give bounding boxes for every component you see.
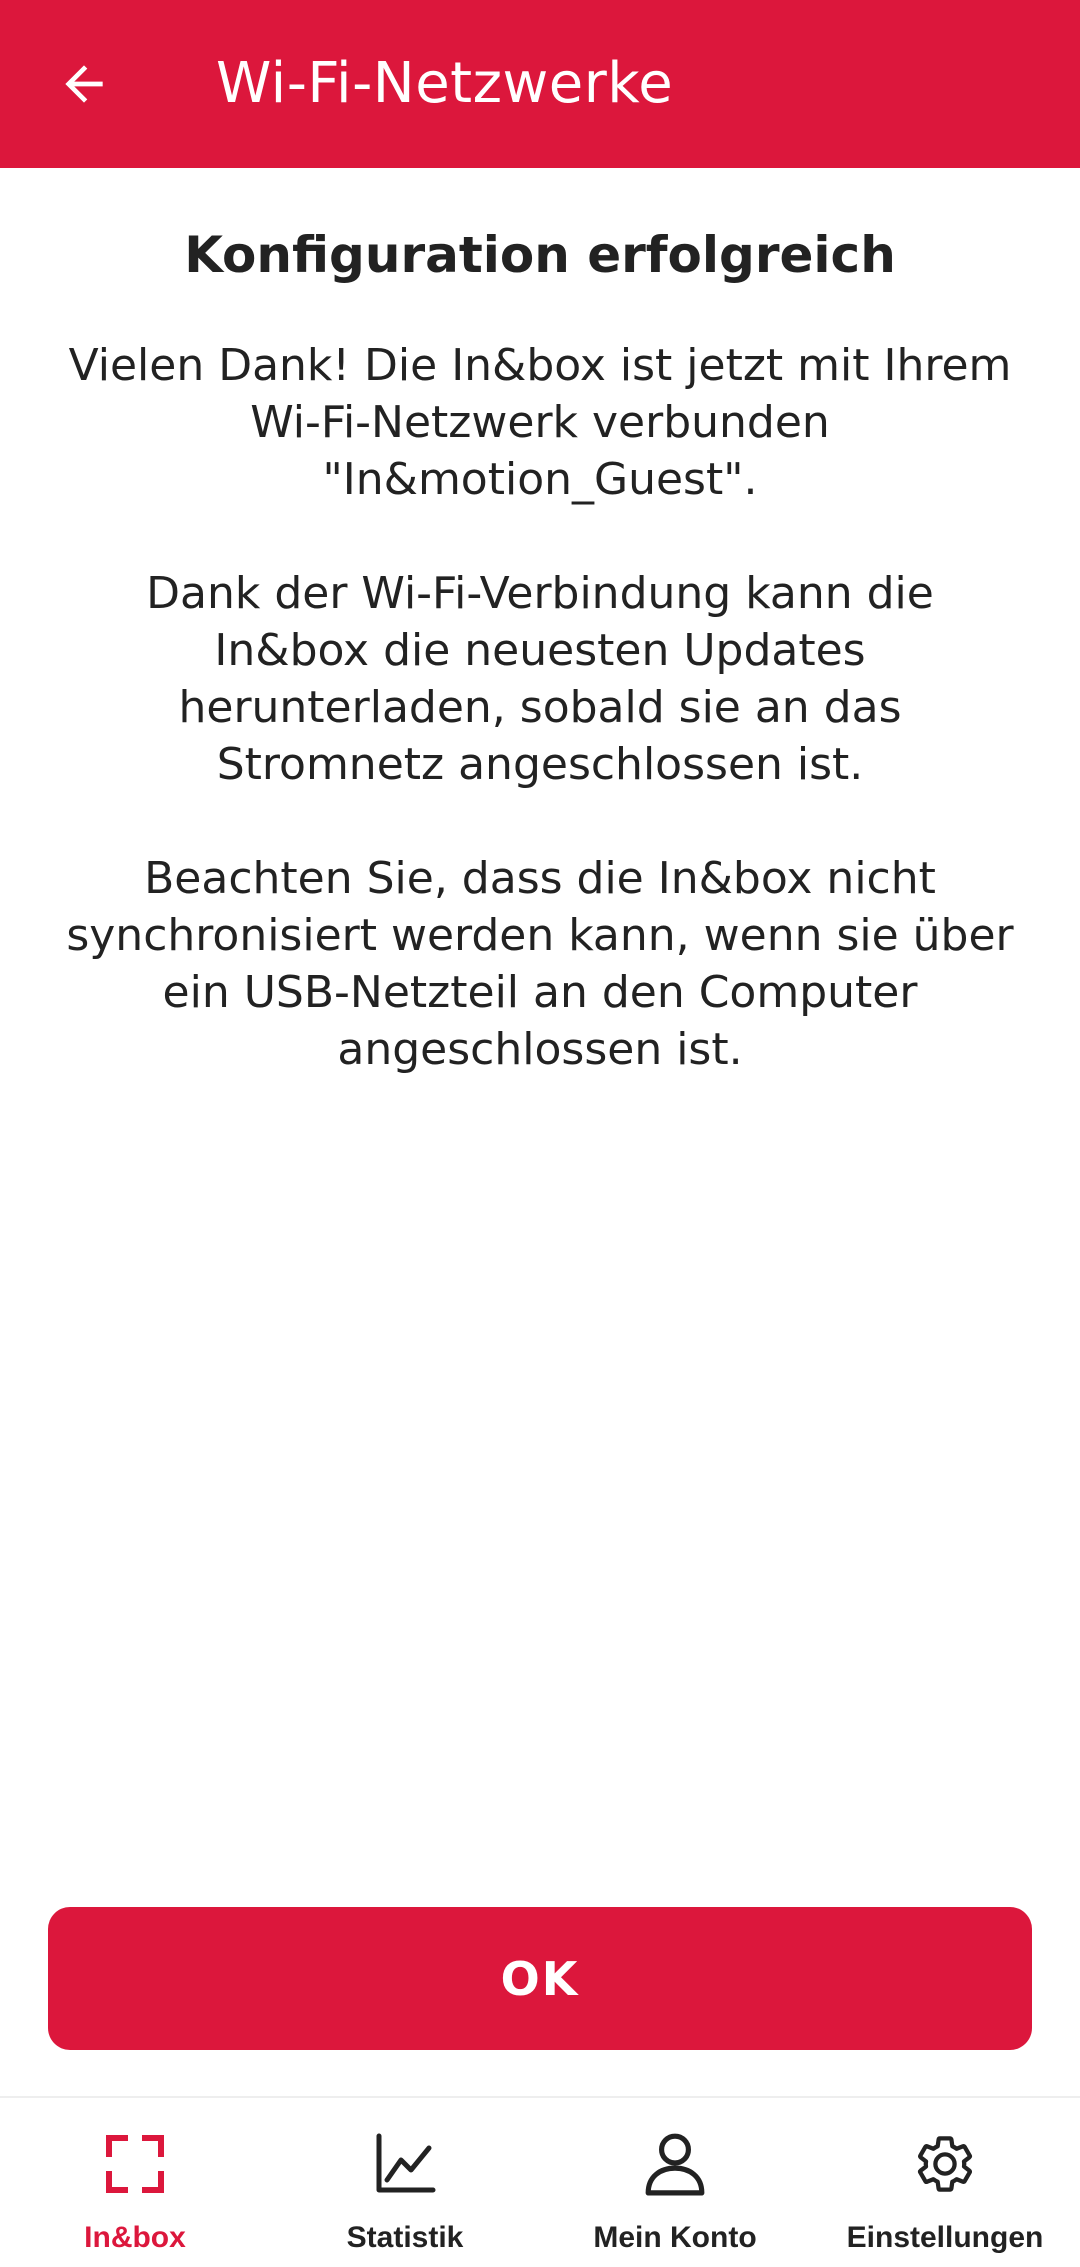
back-button[interactable] (40, 44, 128, 124)
nav-label-einstellungen: Einstellungen (846, 2221, 1044, 2254)
nav-item-inbox[interactable]: In&box (0, 2098, 270, 2267)
line-chart-icon (376, 2133, 436, 2193)
nav-label-mein-konto: Mein Konto (593, 2221, 757, 2254)
confirmation-paragraph: Vielen Dank! Die In&box ist jetzt mit Ih… (68, 340, 1012, 505)
page-title: Wi-Fi-Netzwerke (216, 51, 674, 116)
ok-button[interactable]: OK (48, 1907, 1032, 2050)
content-area: Konfiguration erfolgreich Vielen Dank! D… (40, 168, 1040, 1078)
updates-paragraph: Dank der Wi-Fi-Verbindung kann die In&bo… (146, 568, 934, 790)
usb-note-paragraph: Beachten Sie, dass die In&box nicht sync… (66, 853, 1014, 1075)
user-icon (645, 2133, 705, 2196)
app-screen: Wi-Fi-Netzwerke Konfiguration erfolgreic… (0, 0, 1080, 2267)
app-bar: Wi-Fi-Netzwerke (0, 0, 1080, 168)
nav-label-inbox: In&box (84, 2221, 186, 2254)
nav-item-mein-konto[interactable]: Mein Konto (540, 2098, 810, 2267)
bottom-navigation: In&box Statistik Mein Konto Einstellunge… (0, 2096, 1080, 2267)
success-heading: Konfiguration erfolgreich (184, 226, 896, 284)
gear-icon (917, 2136, 973, 2192)
nav-label-statistik: Statistik (346, 2221, 464, 2254)
nav-item-einstellungen[interactable]: Einstellungen (810, 2098, 1080, 2267)
frame-corners-icon (106, 2135, 164, 2193)
nav-item-statistik[interactable]: Statistik (270, 2098, 540, 2267)
arrow-left-icon (65, 65, 103, 103)
